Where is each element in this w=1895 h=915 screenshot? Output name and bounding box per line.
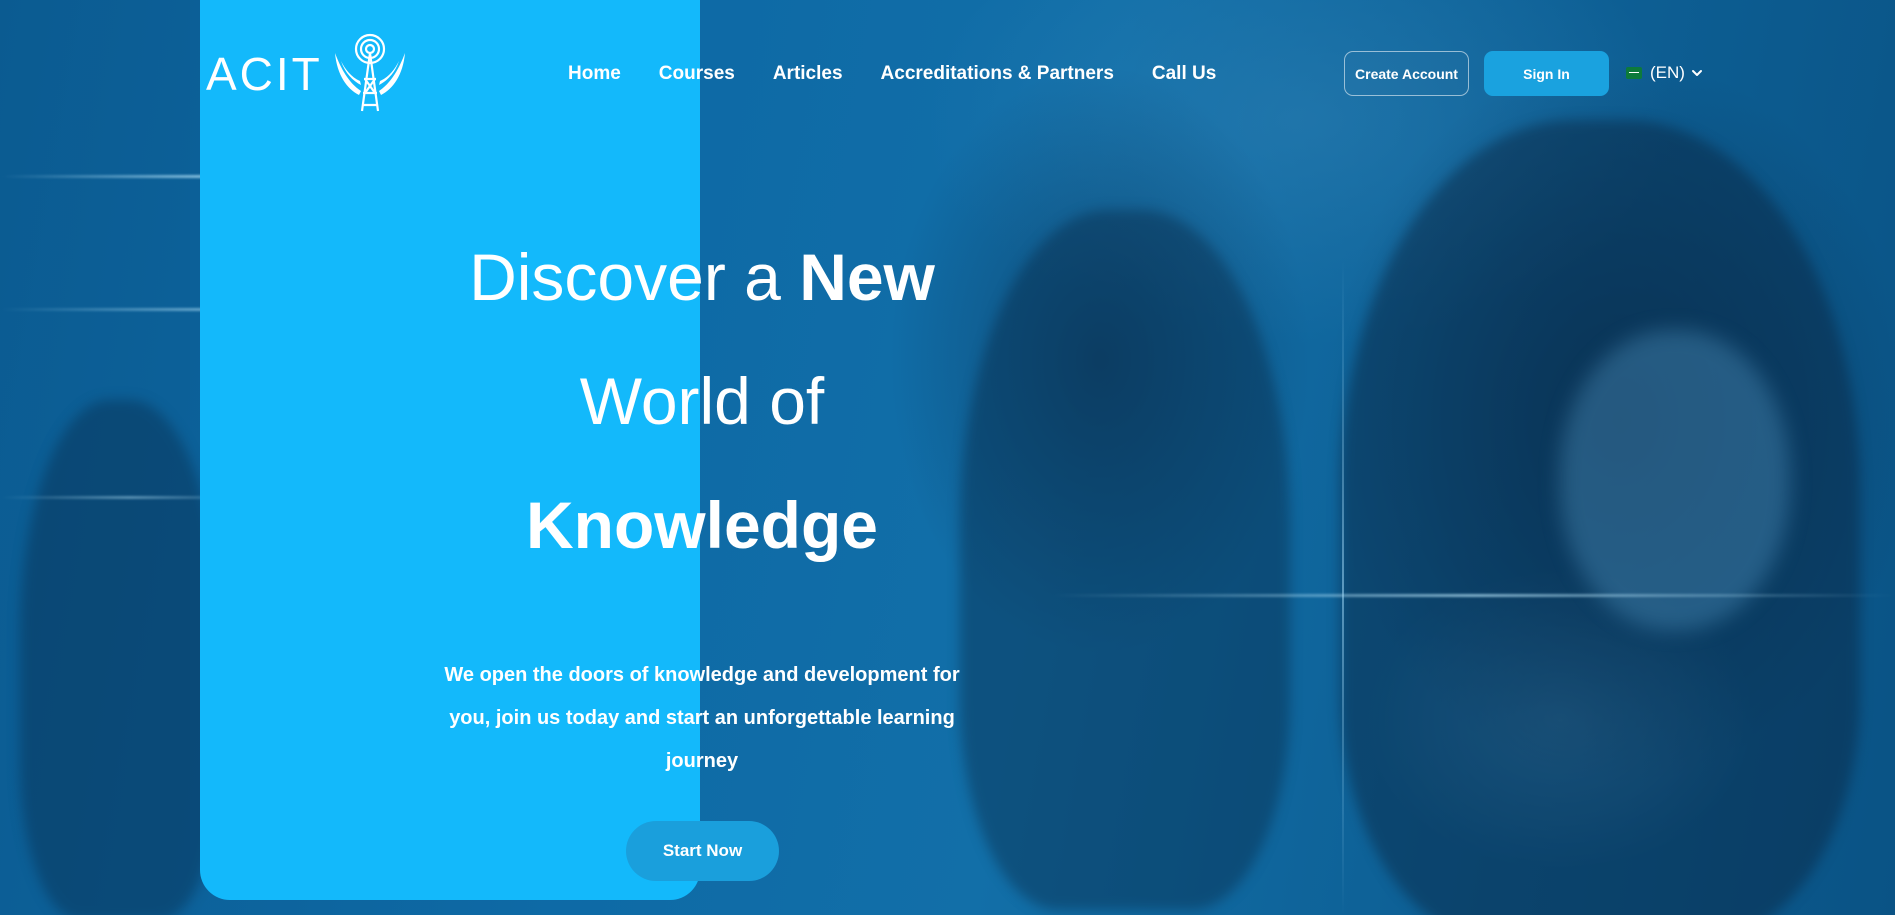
site-logo[interactable]: ACIT <box>206 28 409 120</box>
language-label: (EN) <box>1650 63 1685 82</box>
hero-heading-bold-text: New <box>799 240 935 314</box>
light-streak <box>1050 594 1895 597</box>
hero-heading-line-3: Knowledge <box>525 488 878 562</box>
logo-text: ACIT <box>206 48 323 100</box>
background-student-middle <box>960 210 1290 910</box>
background-student-face <box>1560 330 1790 630</box>
language-selector[interactable]: (EN) <box>1626 61 1703 85</box>
nav-accreditations-partners[interactable]: Accreditations & Partners <box>881 63 1114 85</box>
sign-in-button[interactable]: Sign In <box>1484 51 1609 96</box>
nav-articles[interactable]: Articles <box>773 63 843 85</box>
background-student-left <box>20 400 220 915</box>
chevron-down-icon <box>1691 70 1702 76</box>
hero-heading-light-text: Discover a <box>469 240 800 314</box>
nav-call-us[interactable]: Call Us <box>1152 63 1216 85</box>
flag-icon <box>1626 67 1642 79</box>
light-streak-vertical <box>1342 260 1344 915</box>
hero-subtitle: We open the doors of knowledge and devel… <box>444 664 960 772</box>
antenna-wings-icon <box>334 33 405 112</box>
hero-heading-line-2: World of <box>579 364 825 438</box>
nav-home[interactable]: Home <box>568 63 621 85</box>
page: ACIT Home Courses Articles Accreditation… <box>0 0 1895 915</box>
hero-heading: Discover a New World of Knowledge <box>402 215 1002 587</box>
start-now-button[interactable]: Start Now <box>626 821 779 881</box>
nav-courses[interactable]: Courses <box>659 63 735 85</box>
hero-heading-line-1: Discover a New <box>402 215 1002 339</box>
create-account-button[interactable]: Create Account <box>1344 51 1469 96</box>
main-nav: Home Courses Articles Accreditations & P… <box>568 58 1216 90</box>
